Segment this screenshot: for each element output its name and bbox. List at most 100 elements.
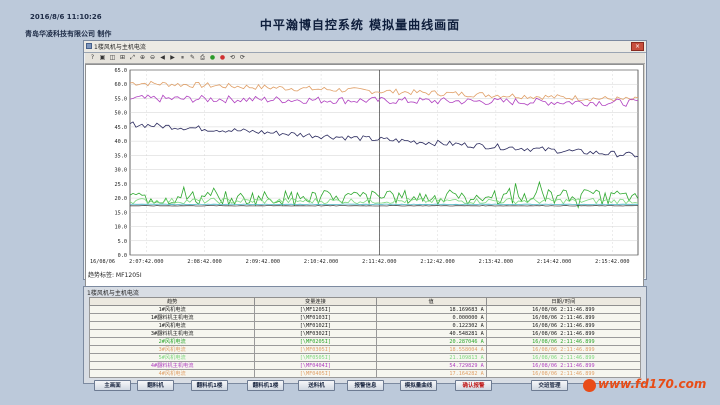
x-tick-label: 2:12:42.000 (420, 259, 454, 265)
legend-cell-value: 0.000000 A (375, 313, 487, 322)
legend-cell-value: 21.109813 A (375, 353, 487, 362)
toolbar-tool-icon[interactable]: ● (219, 54, 226, 61)
plot-area (129, 69, 639, 256)
legend-cell-name: 1#翻料机主机电流 (88, 313, 256, 322)
y-tick-label: 20.0 (115, 196, 128, 202)
toolbar-tool-icon[interactable]: ⊕ (139, 54, 146, 61)
toolbar-tool-icon[interactable]: ◫ (109, 54, 116, 61)
trend-window: 1楼风机与主机电流 × ? ▣ ◫ ⊞ ⤢ ⊕ ⊖ ◀ ▶ ⏸ ✎ ⎙ ● ● ⟲ ⟳ 0.0 5.0 10.0 1… (83, 40, 647, 295)
x-tick-label: 2:15:42.000 (595, 259, 629, 265)
legend-cell-name: 1#风机电流 (88, 305, 256, 314)
x-tick-label: 2:13:42.000 (479, 259, 513, 265)
col-header-time: 日期/时间 (485, 297, 642, 306)
legend-row[interactable]: 3#翻料机主机电流 [\MF0302I] 40.548281 A 16/08/06 2… (88, 329, 642, 338)
legend-cell-value: 17.164282 A (375, 369, 487, 378)
toolbar-tool-icon[interactable]: ⟲ (229, 54, 236, 61)
nav-button[interactable]: 翻料机1楼 (247, 380, 284, 391)
y-tick-label: 55.0 (115, 96, 128, 102)
close-button[interactable]: × (631, 42, 644, 51)
legend-cell-tag: [\MF0505I] (254, 353, 377, 362)
toolbar-tool-icon[interactable]: ● (209, 54, 216, 61)
x-tick-label: 2:08:42.000 (187, 259, 221, 265)
y-tick-label: 65.0 (115, 68, 128, 74)
legend-cell-tag: [\MF0102I] (254, 321, 377, 330)
legend-cell-value: 54.729829 A (375, 361, 487, 370)
legend-cell-time: 16/08/06 2:11:46.899 (485, 313, 642, 322)
trend-chart-svg: 0.0 5.0 10.0 15.0 20.0 25.0 30.0 35.0 40.0 45.0 50… (90, 68, 639, 265)
trend-chart[interactable]: 0.0 5.0 10.0 15.0 20.0 25.0 30.0 35.0 40.0 45.0 50… (85, 64, 644, 295)
legend-cell-tag: [\MF0405I] (254, 369, 377, 378)
y-tick-label: 25.0 (115, 182, 128, 188)
watermark-logo-icon (583, 379, 596, 392)
legend-cell-name: 4#风机电流 (88, 369, 256, 378)
legend-cell-tag: [\MF0305I] (254, 345, 377, 354)
y-tick-label: 50.0 (115, 111, 128, 117)
toolbar-tool-icon[interactable]: ◀ (159, 54, 166, 61)
nav-button[interactable]: 报警信息 (347, 380, 384, 391)
legend-row[interactable]: 2#风机电流 [\MF0205I] 20.287046 A 16/08/06 2:11… (88, 337, 642, 346)
legend-cell-name: 4#翻料机主机电流 (88, 361, 256, 370)
toolbar-tool-icon[interactable]: ⟳ (239, 54, 246, 61)
legend-cell-name: 5#风机电流 (88, 353, 256, 362)
legend-cell-time: 16/08/06 2:11:46.899 (485, 361, 642, 370)
legend-row[interactable]: 1#风机电流 [\MF1205I] 18.169683 A 16/08/06 2:11… (88, 305, 642, 314)
legend-cell-time: 16/08/06 2:11:46.899 (485, 329, 642, 338)
x-date-label: 16/08/06 (90, 259, 115, 265)
trend-window-titlebar[interactable]: 1楼风机与主机电流 × (84, 41, 646, 53)
x-tick-label: 2:10:42.000 (304, 259, 338, 265)
legend-cell-tag: [\MF0302I] (254, 329, 377, 338)
window-icon (86, 43, 92, 49)
legend-cell-value: 0.122302 A (375, 321, 487, 330)
y-tick-label: 15.0 (115, 210, 128, 216)
toolbar-tool-icon[interactable]: ▶ (169, 54, 176, 61)
y-tick-label: 5.0 (118, 239, 127, 245)
trend-series-line (130, 205, 639, 207)
toolbar-tool-icon[interactable]: ⤢ (129, 54, 136, 61)
legend-cell-time: 16/08/06 2:11:46.899 (485, 337, 642, 346)
nav-button[interactable]: 主画面 (94, 380, 131, 391)
col-header-tag: 变量连接 (254, 297, 377, 306)
nav-button[interactable]: 翻料机 (137, 380, 174, 391)
legend-cell-time: 16/08/06 2:11:46.899 (485, 353, 642, 362)
legend-row[interactable]: 4#风机电流 [\MF0405I] 17.164282 A 16/08/06 2:11… (88, 369, 642, 378)
nav-button[interactable]: 送料机 (298, 380, 335, 391)
legend-cell-time: 16/08/06 2:11:46.899 (485, 345, 642, 354)
nav-button[interactable]: 模拟量曲线 (400, 380, 437, 391)
legend-cell-value: 40.548281 A (375, 329, 487, 338)
x-tick-label: 2:07:42.000 (129, 259, 163, 265)
watermark: www.fd170.com (598, 377, 707, 391)
col-header-trend: 趋势 (88, 297, 256, 306)
legend-cell-time: 16/08/06 2:11:46.899 (485, 321, 642, 330)
legend-table: 趋势 变量连接 值 日期/时间 1#风机电流 [\MF1205I] 18.16968… (88, 297, 642, 378)
y-tick-label: 10.0 (115, 225, 128, 231)
toolbar-tool-icon[interactable]: ⏸ (179, 54, 186, 61)
toolbar-tool-icon[interactable]: ▣ (99, 54, 106, 61)
y-tick-label: 30.0 (115, 168, 128, 174)
toolbar-tool-icon[interactable]: ? (89, 54, 96, 61)
legend-cell-time: 16/08/06 2:11:46.899 (485, 305, 642, 314)
trend-legend-panel: 1楼风机与主机电流 趋势 变量连接 值 日期/时间 1#风机电流 [\MF1205… (83, 286, 647, 384)
toolbar-tool-icon[interactable]: ⎙ (199, 54, 206, 61)
nav-button[interactable]: 交班管理 (531, 380, 568, 391)
legend-row[interactable]: 1#翻料机主机电流 [\MF0103I] 0.000000 A 16/08/06 2:… (88, 313, 642, 322)
toolbar-tool-icon[interactable]: ⊖ (149, 54, 156, 61)
legend-row[interactable]: 5#风机电流 [\MF0505I] 21.109813 A 16/08/06 2:11… (88, 353, 642, 362)
toolbar-tool-icon[interactable]: ⊞ (119, 54, 126, 61)
x-tick-label: 2:11:42.000 (362, 259, 396, 265)
x-tick-label: 2:09:42.000 (246, 259, 280, 265)
legend-cell-value: 18.169683 A (375, 305, 487, 314)
y-tick-label: 35.0 (115, 153, 128, 159)
legend-cell-value: 18.558004 A (375, 345, 487, 354)
legend-row[interactable]: 4#翻料机主机电流 [\MF0404I] 54.729829 A 16/08/06 2… (88, 361, 642, 370)
legend-row[interactable]: 1#风机电流 [\MF0102I] 0.122302 A 16/08/06 2:11:… (88, 321, 642, 330)
trend-window-title: 1楼风机与主机电流 (94, 44, 146, 51)
legend-cell-tag: [\MF0404I] (254, 361, 377, 370)
legend-panel-title: 1楼风机与主机电流 (87, 290, 139, 297)
y-tick-label: 0.0 (118, 253, 127, 259)
legend-row[interactable]: 3#风机电流 [\MF0305I] 18.558004 A 16/08/06 2:11… (88, 345, 642, 354)
toolbar-tool-icon[interactable]: ✎ (189, 54, 196, 61)
nav-button[interactable]: 翻料机1楼 (191, 380, 228, 391)
y-tick-label: 45.0 (115, 125, 128, 131)
nav-button[interactable]: 确认报警 (455, 380, 492, 391)
x-tick-label: 2:14:42.000 (537, 259, 571, 265)
